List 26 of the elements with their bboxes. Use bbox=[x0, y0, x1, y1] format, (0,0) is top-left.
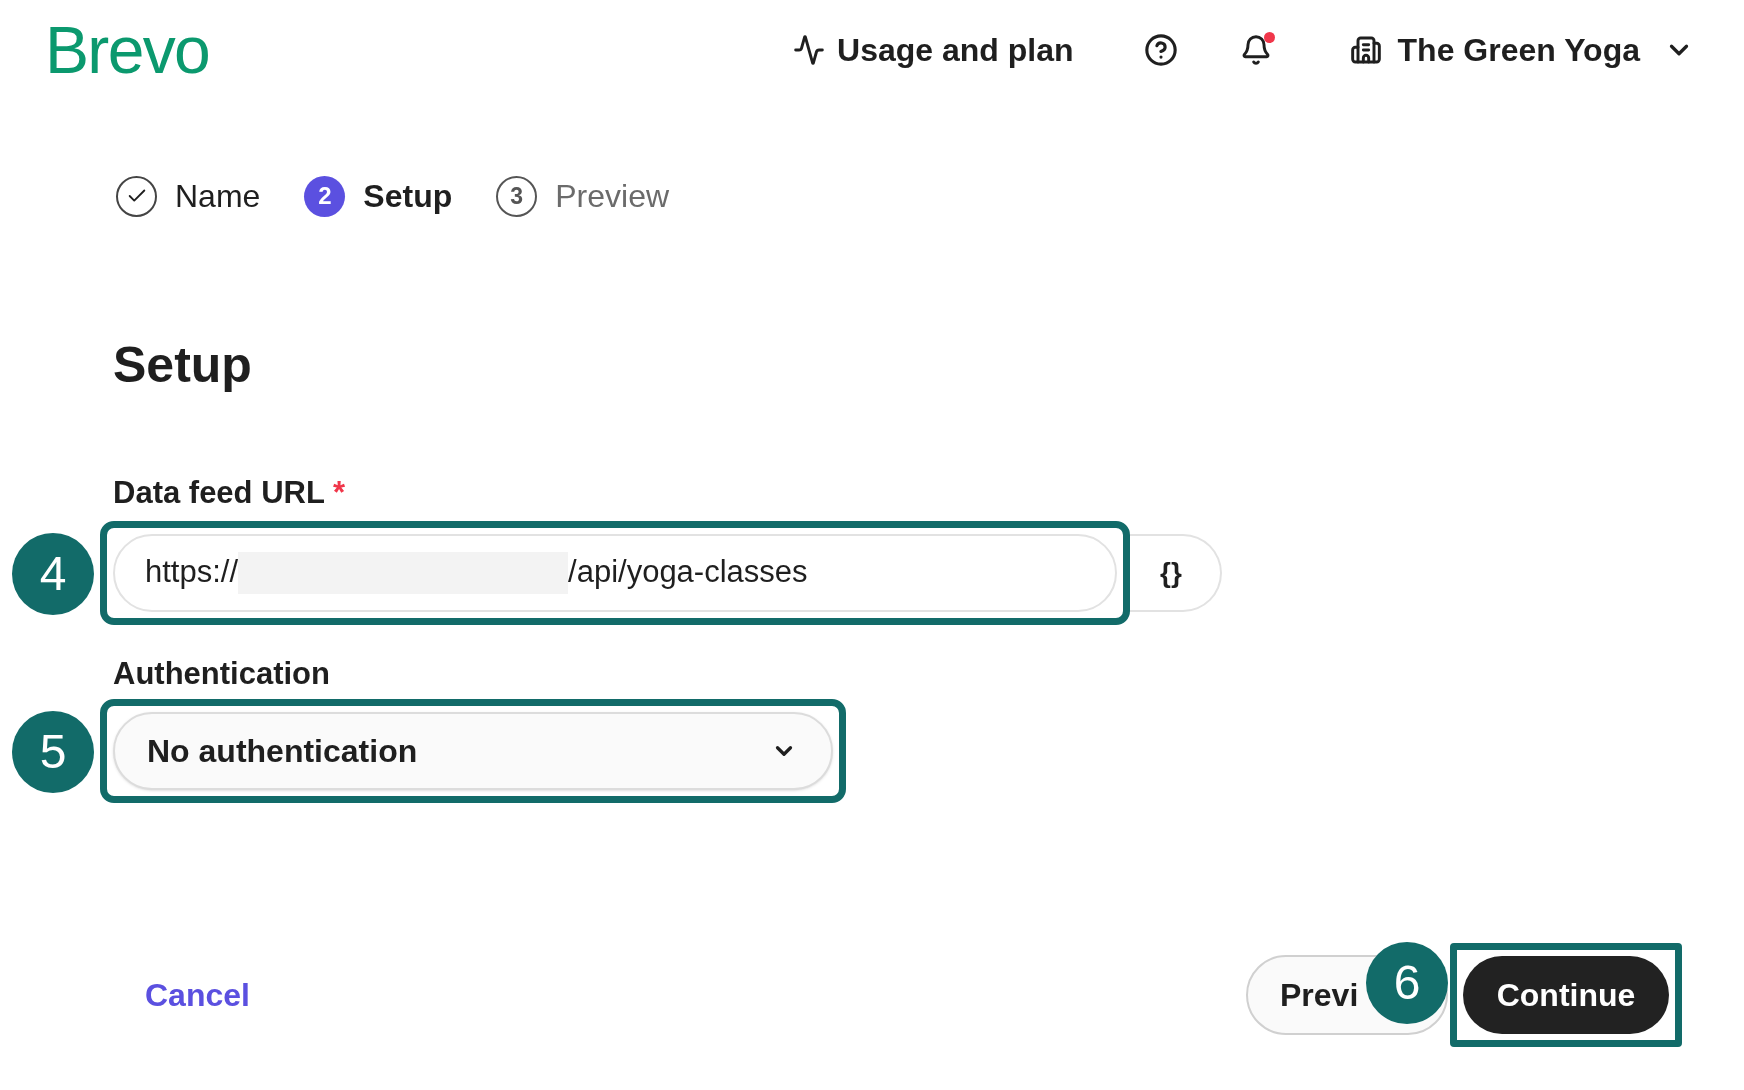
step-number: 2 bbox=[304, 175, 346, 217]
field-label: Data feed URL bbox=[113, 474, 325, 512]
callout-badge: 5 bbox=[12, 711, 94, 793]
cancel-link[interactable]: Cancel bbox=[145, 971, 250, 1019]
url-path: /api/yoga-classes bbox=[568, 553, 808, 592]
page-title: Setup bbox=[112, 340, 253, 390]
usage-link[interactable]: Usage and plan bbox=[793, 26, 1074, 74]
account-menu[interactable]: The Green Yoga bbox=[1349, 26, 1694, 74]
step-check-icon bbox=[116, 175, 157, 217]
brevo-logo[interactable]: Brevo bbox=[45, 17, 210, 83]
callout-badge: 4 bbox=[12, 532, 94, 615]
step-label[interactable]: Setup bbox=[363, 172, 453, 220]
authentication-select[interactable]: No authentication bbox=[113, 712, 833, 790]
variables-button[interactable]: {} bbox=[1130, 533, 1222, 612]
url-prefix: https:// bbox=[145, 553, 239, 592]
step-label[interactable]: Preview bbox=[555, 172, 670, 220]
pulse-icon bbox=[793, 34, 826, 66]
building-icon bbox=[1349, 34, 1382, 66]
callout-badge: 6 bbox=[1366, 942, 1448, 1024]
step-label[interactable]: Name bbox=[175, 172, 261, 220]
step-number: 3 bbox=[496, 175, 538, 217]
required-mark: * bbox=[332, 474, 345, 512]
url-field[interactable]: https:// /api/yoga-classes bbox=[113, 533, 1117, 612]
field-label: Authentication bbox=[113, 655, 330, 691]
continue-button[interactable]: Continue bbox=[1463, 956, 1669, 1034]
help-icon[interactable] bbox=[1143, 33, 1178, 67]
